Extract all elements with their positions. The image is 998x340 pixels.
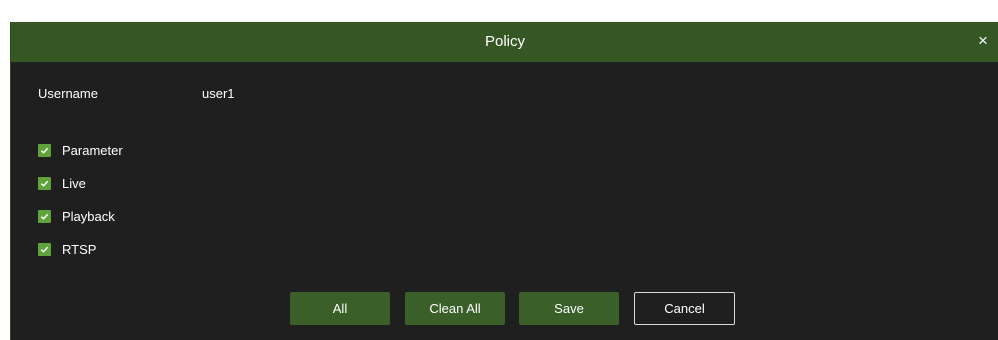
- check-icon[interactable]: [38, 176, 51, 190]
- checkbox-rtsp[interactable]: RTSP: [38, 240, 96, 258]
- checkbox-label: Live: [62, 175, 86, 191]
- checkbox-live[interactable]: Live: [38, 174, 86, 192]
- dialog-title: Policy: [484, 33, 525, 50]
- cancel-button[interactable]: Cancel: [634, 292, 735, 325]
- checkbox-label: Parameter: [62, 142, 123, 158]
- check-icon[interactable]: [38, 143, 51, 157]
- close-icon[interactable]: ×: [973, 30, 993, 52]
- save-button[interactable]: Save: [519, 292, 619, 325]
- check-icon[interactable]: [38, 242, 51, 256]
- checkbox-label: RTSP: [62, 241, 97, 257]
- check-icon[interactable]: [38, 209, 51, 223]
- username-label: Username: [38, 86, 98, 101]
- clean-all-button[interactable]: Clean All: [405, 292, 505, 325]
- all-button[interactable]: All: [290, 292, 390, 325]
- policy-dialog: Policy × Username user1 Parameter Live P…: [10, 22, 998, 340]
- checkbox-playback[interactable]: Playback: [38, 207, 115, 225]
- dialog-titlebar: Policy ×: [11, 22, 998, 62]
- checkbox-label: Playback: [62, 208, 115, 224]
- checkbox-parameter[interactable]: Parameter: [38, 141, 123, 159]
- username-value: user1: [202, 86, 235, 101]
